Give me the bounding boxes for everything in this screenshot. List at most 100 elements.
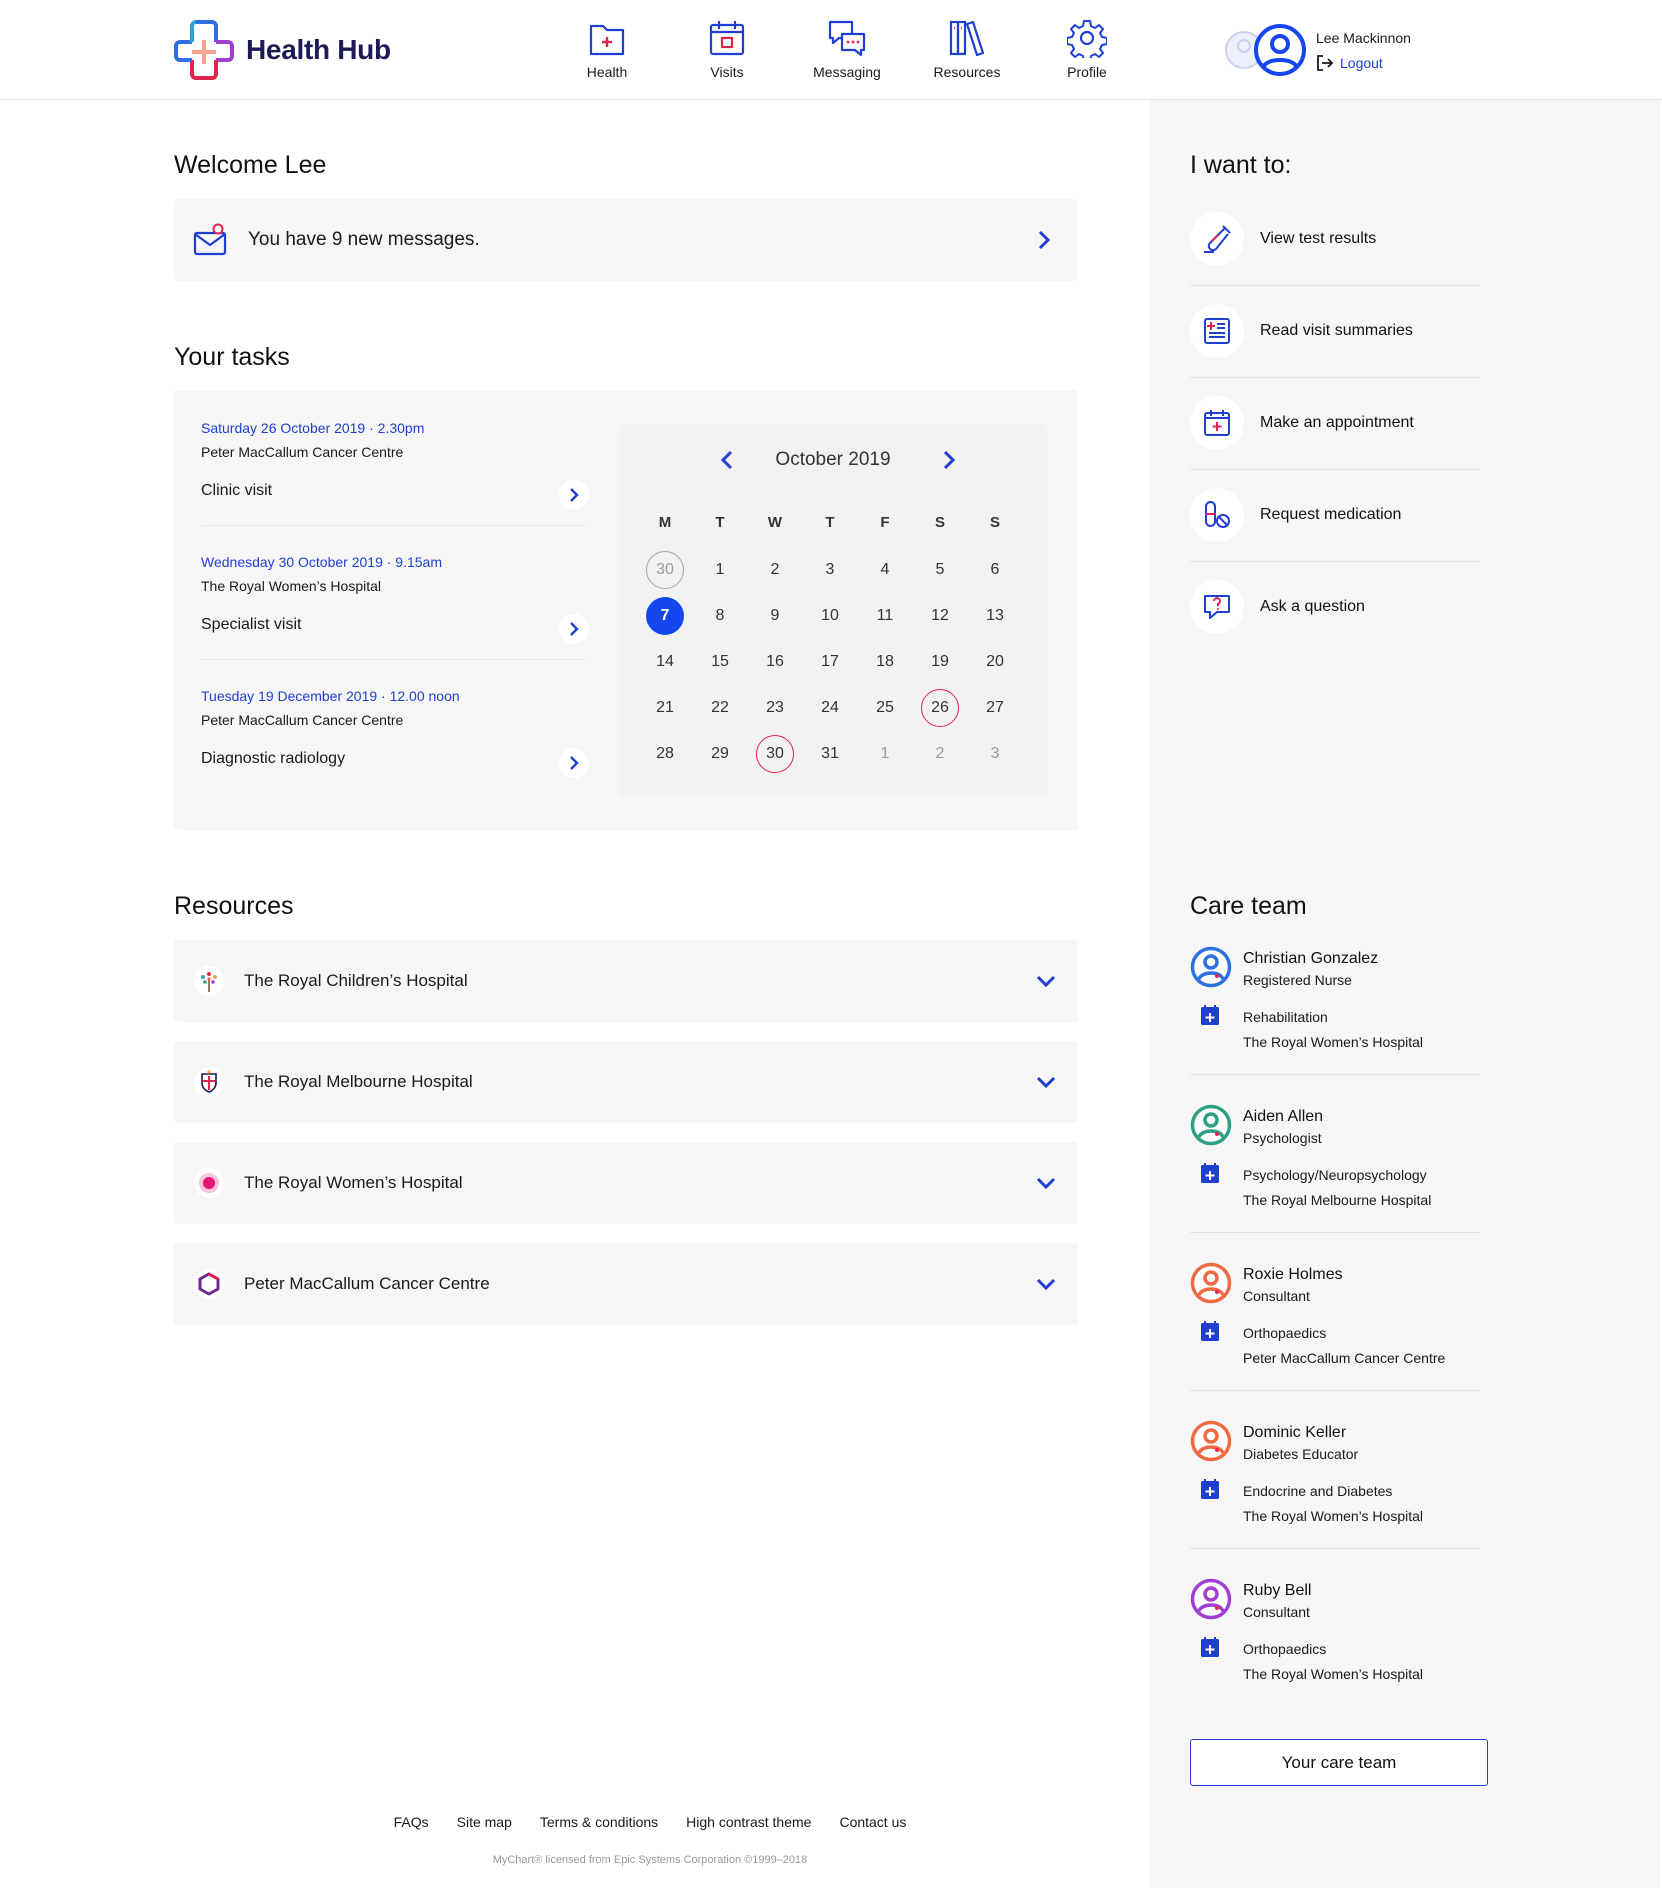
calendar-plus-icon [1201,1479,1219,1499]
nav-resources-label: Resources [933,64,1001,80]
calendar-day[interactable]: 11 [866,597,904,635]
calendar-day[interactable]: 18 [866,643,904,681]
footer-link[interactable]: Terms & conditions [540,1814,658,1830]
nav-profile-label: Profile [1067,64,1107,80]
want-label: View test results [1260,230,1377,247]
want-read-visit-summaries[interactable]: Read visit summaries [1190,301,1480,361]
calendar-day[interactable]: 29 [701,735,739,773]
calendar-day[interactable]: 23 [756,689,794,727]
member-role: Psychologist [1243,1130,1322,1146]
calendar-day[interactable]: 3 [976,735,1014,773]
calendar-plus-icon [1201,1005,1219,1025]
chevron-right-icon [1038,230,1051,250]
calendar-day[interactable]: 19 [921,643,959,681]
task-location: Peter MacCallum Cancer Centre [201,444,404,460]
nav-resources[interactable]: Resources [907,18,1027,80]
chevron-down-icon[interactable] [1034,1274,1058,1294]
calendar-day[interactable]: 17 [811,643,849,681]
calendar-day[interactable]: 3 [811,551,849,589]
task-open-button[interactable] [559,480,589,510]
task-item[interactable]: Wednesday 30 October 2019 · 9.15am The R… [201,554,586,634]
resource-label: Peter MacCallum Cancer Centre [244,1274,490,1293]
health-folder-icon [589,24,625,56]
calendar-day[interactable]: 12 [921,597,959,635]
chevron-down-icon[interactable] [1034,1072,1058,1092]
calendar-day[interactable]: 10 [811,597,849,635]
person-avatar-icon [1190,1262,1232,1304]
member-role: Consultant [1243,1604,1310,1620]
nav-messaging[interactable]: Messaging [787,18,907,80]
calendar-day[interactable]: 30 [756,735,794,773]
person-avatar-icon [1190,1104,1232,1146]
nav-profile[interactable]: Profile [1027,18,1147,80]
nav-health-label: Health [586,64,628,80]
calendar-next-month-button[interactable] [937,448,961,472]
footer-link[interactable]: Contact us [839,1814,906,1830]
envelope-notification-icon [193,223,227,256]
calendar-day[interactable]: 6 [976,551,1014,589]
chevron-down-icon[interactable] [1034,971,1058,991]
calendar-day[interactable]: 30 [646,551,684,589]
logout-link[interactable]: Logout [1316,54,1383,72]
member-divider [1190,1548,1480,1549]
calendar-day[interactable]: 8 [701,597,739,635]
resource-item[interactable]: The Royal Melbourne Hospital [174,1041,1078,1123]
task-open-button[interactable] [559,614,589,644]
task-item[interactable]: Saturday 26 October 2019 · 2.30pm Peter … [201,420,586,500]
logout-label: Logout [1340,55,1383,71]
calendar-plus-icon [1201,1163,1219,1183]
calendar-day[interactable]: 16 [756,643,794,681]
want-request-medication[interactable]: Request medication [1190,485,1480,545]
calendar-day[interactable]: 1 [701,551,739,589]
nav-health[interactable]: Health [547,18,667,80]
calendar-day[interactable]: 9 [756,597,794,635]
task-date: Saturday 26 October 2019 · 2.30pm [201,420,425,436]
resource-item[interactable]: The Royal Children’s Hospital [174,940,1078,1022]
resource-item[interactable]: The Royal Women’s Hospital [174,1142,1078,1224]
calendar-weekday: F [880,514,890,531]
member-divider [1190,1074,1480,1075]
task-item[interactable]: Tuesday 19 December 2019 · 12.00 noon Pe… [201,688,586,768]
calendar-day[interactable]: 25 [866,689,904,727]
task-divider [201,525,586,526]
calendar-day[interactable]: 5 [921,551,959,589]
want-make-appointment[interactable]: Make an appointment [1190,393,1480,453]
calendar-day[interactable]: 22 [701,689,739,727]
task-location: The Royal Women’s Hospital [201,578,382,594]
health-hub-logo[interactable]: Health Hub [172,18,391,82]
question-bubble-icon [1190,580,1244,634]
want-label: Request medication [1260,506,1402,523]
footer-link[interactable]: FAQs [394,1814,429,1830]
want-ask-question[interactable]: Ask a question [1190,577,1480,637]
calendar-day[interactable]: 4 [866,551,904,589]
your-care-team-button[interactable]: Your care team [1190,1739,1488,1786]
new-messages-card[interactable]: You have 9 new messages. [174,199,1078,281]
calendar-day[interactable]: 7 [646,597,684,635]
calendar-day[interactable]: 14 [646,643,684,681]
calendar-day[interactable]: 13 [976,597,1014,635]
calendar-day[interactable]: 15 [701,643,739,681]
calendar-day[interactable]: 24 [811,689,849,727]
calendar-day[interactable]: 2 [921,735,959,773]
calendar-day[interactable]: 27 [976,689,1014,727]
calendar-day[interactable]: 20 [976,643,1014,681]
calendar-day[interactable]: 28 [646,735,684,773]
calendar-day[interactable]: 1 [866,735,904,773]
task-open-button[interactable] [559,748,589,778]
resource-item[interactable]: Peter MacCallum Cancer Centre [174,1243,1078,1325]
resource-label: The Royal Women’s Hospital [244,1173,463,1192]
chevron-down-icon[interactable] [1034,1173,1058,1193]
footer-link[interactable]: Site map [457,1814,512,1830]
calendar-day[interactable]: 31 [811,735,849,773]
calendar-day[interactable]: 21 [646,689,684,727]
pink-flower-logo-icon [194,1168,224,1198]
member-department: Orthopaedics [1243,1325,1327,1341]
test-tube-icon [1190,212,1244,266]
calendar-day[interactable]: 2 [756,551,794,589]
gear-icon [1067,20,1107,58]
calendar-day[interactable]: 26 [921,689,959,727]
footer-link[interactable]: High contrast theme [686,1814,811,1830]
user-avatars[interactable] [1224,22,1308,83]
nav-visits[interactable]: Visits [667,18,787,80]
want-view-test-results[interactable]: View test results [1190,209,1480,269]
